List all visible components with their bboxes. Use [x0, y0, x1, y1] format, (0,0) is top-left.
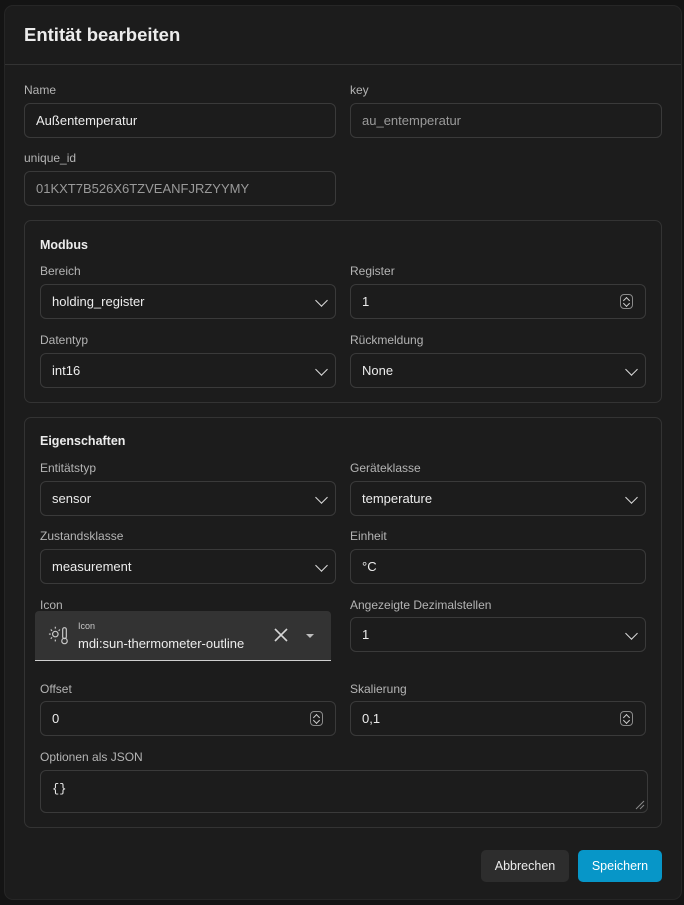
close-icon[interactable]	[273, 627, 289, 643]
edit-entity-dialog: Entität bearbeiten Name Außentemperatur …	[5, 6, 681, 899]
bereich-select[interactable]: holding_register	[40, 284, 336, 319]
zustandsklasse-select[interactable]: measurement	[40, 549, 336, 584]
register-label: Register	[350, 264, 395, 278]
resize-handle-icon[interactable]	[634, 799, 645, 810]
optionen-label: Optionen als JSON	[40, 750, 143, 764]
einheit-input[interactable]: °C	[350, 549, 646, 584]
skalierung-value: 0,1	[362, 711, 381, 726]
optionen-value: {}	[52, 782, 67, 796]
unique-id-input[interactable]: 01KXT7B526X6TZVEANFJRZYYMY	[24, 171, 336, 206]
sun-thermometer-icon	[48, 626, 68, 645]
name-value: Außentemperatur	[36, 113, 138, 128]
entitaetstyp-value: sensor	[52, 491, 92, 506]
bereich-label: Bereich	[40, 264, 81, 278]
datentyp-select[interactable]: int16	[40, 353, 336, 388]
bereich-value: holding_register	[52, 294, 145, 309]
offset-label: Offset	[40, 682, 72, 696]
modbus-title: Modbus	[40, 238, 88, 252]
rueckmeldung-select[interactable]: None	[350, 353, 646, 388]
cancel-button[interactable]: Abbrechen	[481, 850, 569, 882]
entitaetstyp-select[interactable]: sensor	[40, 481, 336, 516]
offset-value: 0	[52, 711, 60, 726]
icon-inner-label: Icon	[78, 621, 96, 631]
eigenschaften-title: Eigenschaften	[40, 434, 126, 448]
key-input[interactable]: au_entemperatur	[350, 103, 662, 138]
icon-label: Icon	[40, 598, 63, 612]
optionen-json-textarea[interactable]: {}	[40, 770, 648, 813]
zustandsklasse-value: measurement	[52, 559, 132, 574]
rueckmeldung-label: Rückmeldung	[350, 333, 424, 347]
dialog-title: Entität bearbeiten	[24, 24, 181, 45]
key-value: au_entemperatur	[362, 113, 462, 128]
stepper-icon[interactable]	[310, 711, 323, 726]
key-label: key	[350, 83, 369, 97]
einheit-value: °C	[362, 559, 377, 574]
dezimalstellen-select[interactable]: 1	[350, 617, 646, 652]
zustandsklasse-label: Zustandsklasse	[40, 529, 124, 543]
einheit-label: Einheit	[350, 529, 387, 543]
dropdown-arrow-icon[interactable]	[306, 634, 314, 638]
offset-input[interactable]: 0	[40, 701, 336, 736]
unique-id-value: 01KXT7B526X6TZVEANFJRZYYMY	[36, 181, 250, 196]
unique-id-label: unique_id	[24, 151, 77, 165]
save-button[interactable]: Speichern	[578, 850, 662, 882]
skalierung-label: Skalierung	[350, 682, 407, 696]
geraeteklasse-label: Geräteklasse	[350, 461, 421, 475]
dezimalstellen-label: Angezeigte Dezimalstellen	[350, 598, 492, 612]
stepper-icon[interactable]	[620, 711, 633, 726]
icon-value: mdi:sun-thermometer-outline	[78, 636, 245, 651]
entitaetstyp-label: Entitätstyp	[40, 461, 97, 475]
register-input[interactable]: 1	[350, 284, 646, 319]
skalierung-input[interactable]: 0,1	[350, 701, 646, 736]
stepper-icon[interactable]	[620, 294, 633, 309]
datentyp-label: Datentyp	[40, 333, 89, 347]
geraeteklasse-select[interactable]: temperature	[350, 481, 646, 516]
geraeteklasse-value: temperature	[362, 491, 433, 506]
rueckmeldung-value: None	[362, 363, 394, 378]
name-label: Name	[24, 83, 57, 97]
register-value: 1	[362, 294, 370, 309]
dezimalstellen-value: 1	[362, 627, 370, 642]
datentyp-value: int16	[52, 363, 81, 378]
name-input[interactable]: Außentemperatur	[24, 103, 336, 138]
icon-picker[interactable]: Icon mdi:sun-thermometer-outline	[35, 611, 331, 661]
dialog-header: Entität bearbeiten	[5, 6, 681, 65]
